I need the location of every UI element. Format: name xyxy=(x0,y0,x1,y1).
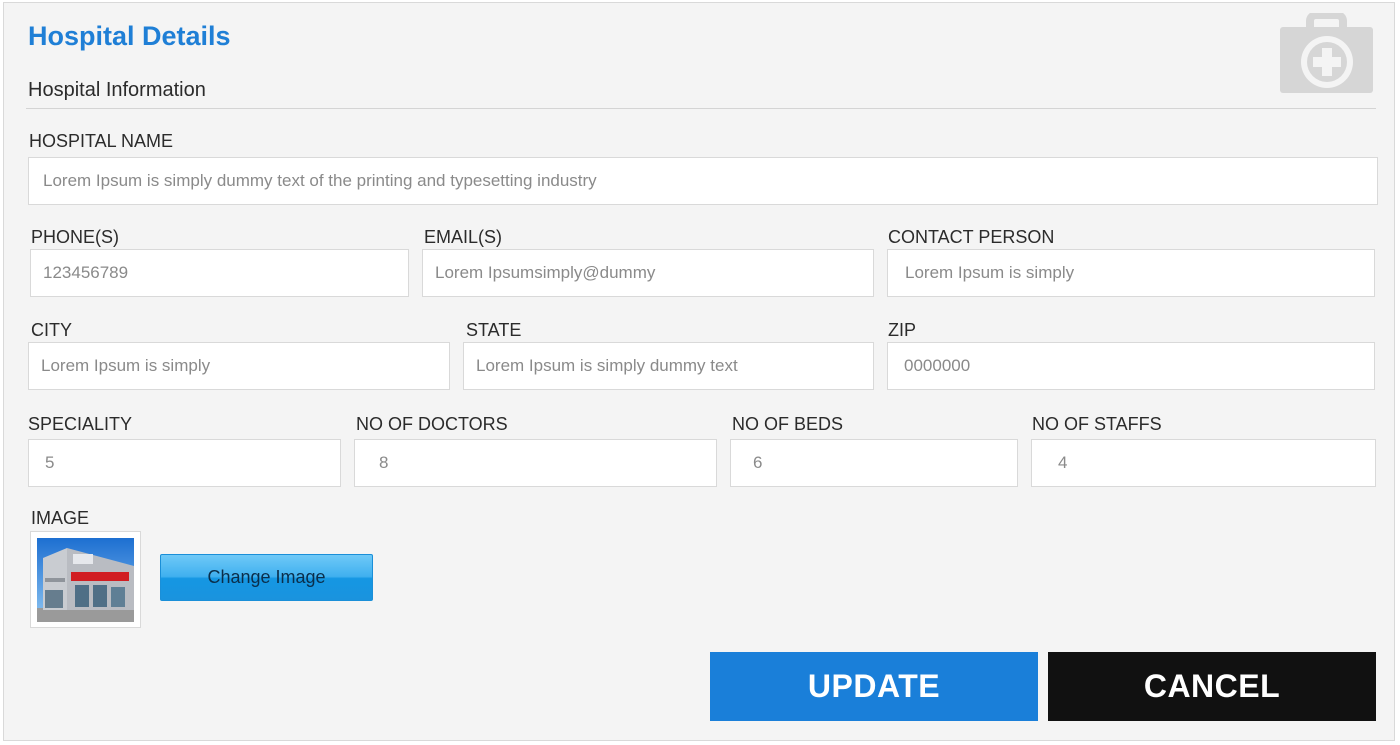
section-divider xyxy=(26,108,1376,109)
hospital-name-input[interactable] xyxy=(28,157,1378,205)
no-of-staffs-label: NO OF STAFFS xyxy=(1032,414,1162,434)
state-label: STATE xyxy=(466,320,522,340)
phones-input[interactable] xyxy=(30,249,409,297)
hospital-name-label: HOSPITAL NAME xyxy=(29,131,174,151)
update-button[interactable]: UPDATE xyxy=(710,652,1038,721)
page-title: Hospital Details xyxy=(28,21,231,51)
no-of-staffs-input[interactable] xyxy=(1031,439,1376,487)
no-of-beds-label: NO OF BEDS xyxy=(732,414,844,434)
speciality-label: SPECIALITY xyxy=(28,414,133,434)
no-of-doctors-label: NO OF DOCTORS xyxy=(356,414,508,434)
speciality-input[interactable] xyxy=(28,439,341,487)
city-label: CITY xyxy=(31,320,73,340)
emails-input[interactable] xyxy=(422,249,874,297)
state-input[interactable] xyxy=(463,342,874,390)
zip-input[interactable] xyxy=(887,342,1375,390)
contact-person-label: CONTACT PERSON xyxy=(888,227,1055,247)
cancel-button[interactable]: CANCEL xyxy=(1048,652,1376,721)
hospital-image xyxy=(30,531,141,628)
hospital-details-panel: Hospital Details Hospital Information HO… xyxy=(3,2,1395,741)
no-of-beds-input[interactable] xyxy=(730,439,1018,487)
contact-person-input[interactable] xyxy=(887,249,1375,297)
section-subtitle: Hospital Information xyxy=(28,79,206,101)
emails-label: EMAIL(S) xyxy=(424,227,503,247)
change-image-button[interactable]: Change Image xyxy=(160,554,373,601)
phones-label: PHONE(S) xyxy=(31,227,120,247)
medical-kit-icon xyxy=(1280,11,1373,93)
city-input[interactable] xyxy=(28,342,450,390)
zip-label: ZIP xyxy=(888,320,917,340)
image-label: IMAGE xyxy=(31,508,90,528)
no-of-doctors-input[interactable] xyxy=(354,439,717,487)
